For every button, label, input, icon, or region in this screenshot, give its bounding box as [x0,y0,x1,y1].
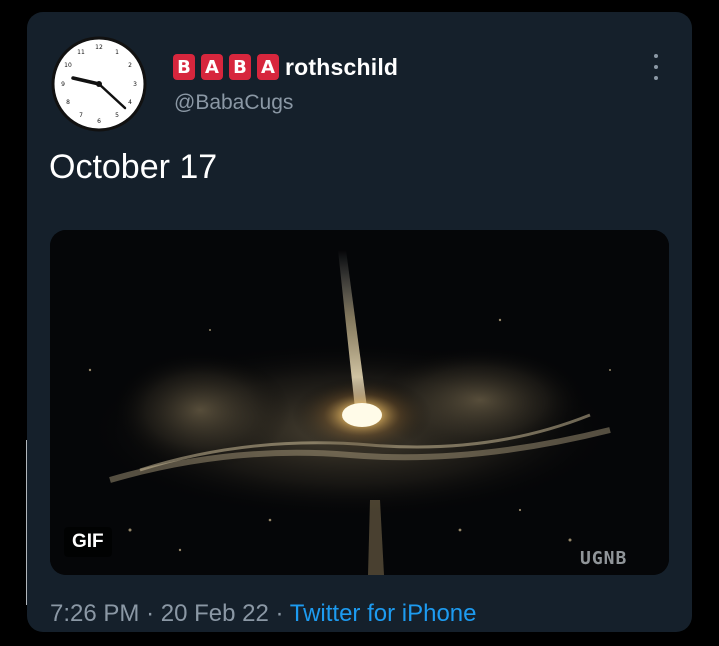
gif-badge: GIF [64,527,112,557]
svg-text:1: 1 [115,49,119,56]
svg-text:11: 11 [77,49,85,56]
avatar[interactable]: 12 1 2 3 4 5 6 7 8 9 10 11 [51,36,147,132]
tweet-time[interactable]: 7:26 PM [50,600,139,627]
svg-text:3: 3 [133,81,137,88]
name-tile: B [173,54,195,80]
tweet-date[interactable]: 20 Feb 22 [161,600,269,627]
name-tile: A [257,54,279,80]
clock-icon: 12 1 2 3 4 5 6 7 8 9 10 11 [51,36,147,132]
svg-text:2: 2 [128,62,132,69]
user-handle[interactable]: @BabaCugs [174,91,293,115]
svg-text:5: 5 [115,112,119,119]
tweet-metadata: 7:26 PM · 20 Feb 22 · Twitter for iPhone [50,600,476,628]
separator: · [275,600,284,627]
svg-text:4: 4 [128,99,132,106]
tweet-source-link[interactable]: Twitter for iPhone [290,600,477,627]
svg-text:6: 6 [97,118,101,125]
svg-text:8: 8 [66,99,70,106]
name-tile: B [229,54,251,80]
svg-text:10: 10 [64,62,72,69]
tweet-card[interactable]: 12 1 2 3 4 5 6 7 8 9 10 11 B A B A roths… [27,12,692,632]
separator: · [146,600,155,627]
svg-text:12: 12 [95,44,103,51]
tweet-text: October 17 [49,148,218,186]
more-vertical-icon[interactable] [647,52,665,82]
watermark-logo: UGNB [580,548,628,569]
display-name[interactable]: B A B A rothschild [173,52,398,82]
svg-text:9: 9 [61,81,65,88]
svg-text:7: 7 [79,112,83,119]
display-name-text: rothschild [285,53,399,80]
tweet-media-gif[interactable]: GIF UGNB [50,230,669,575]
name-tile: A [201,54,223,80]
explosion-image [50,230,669,575]
